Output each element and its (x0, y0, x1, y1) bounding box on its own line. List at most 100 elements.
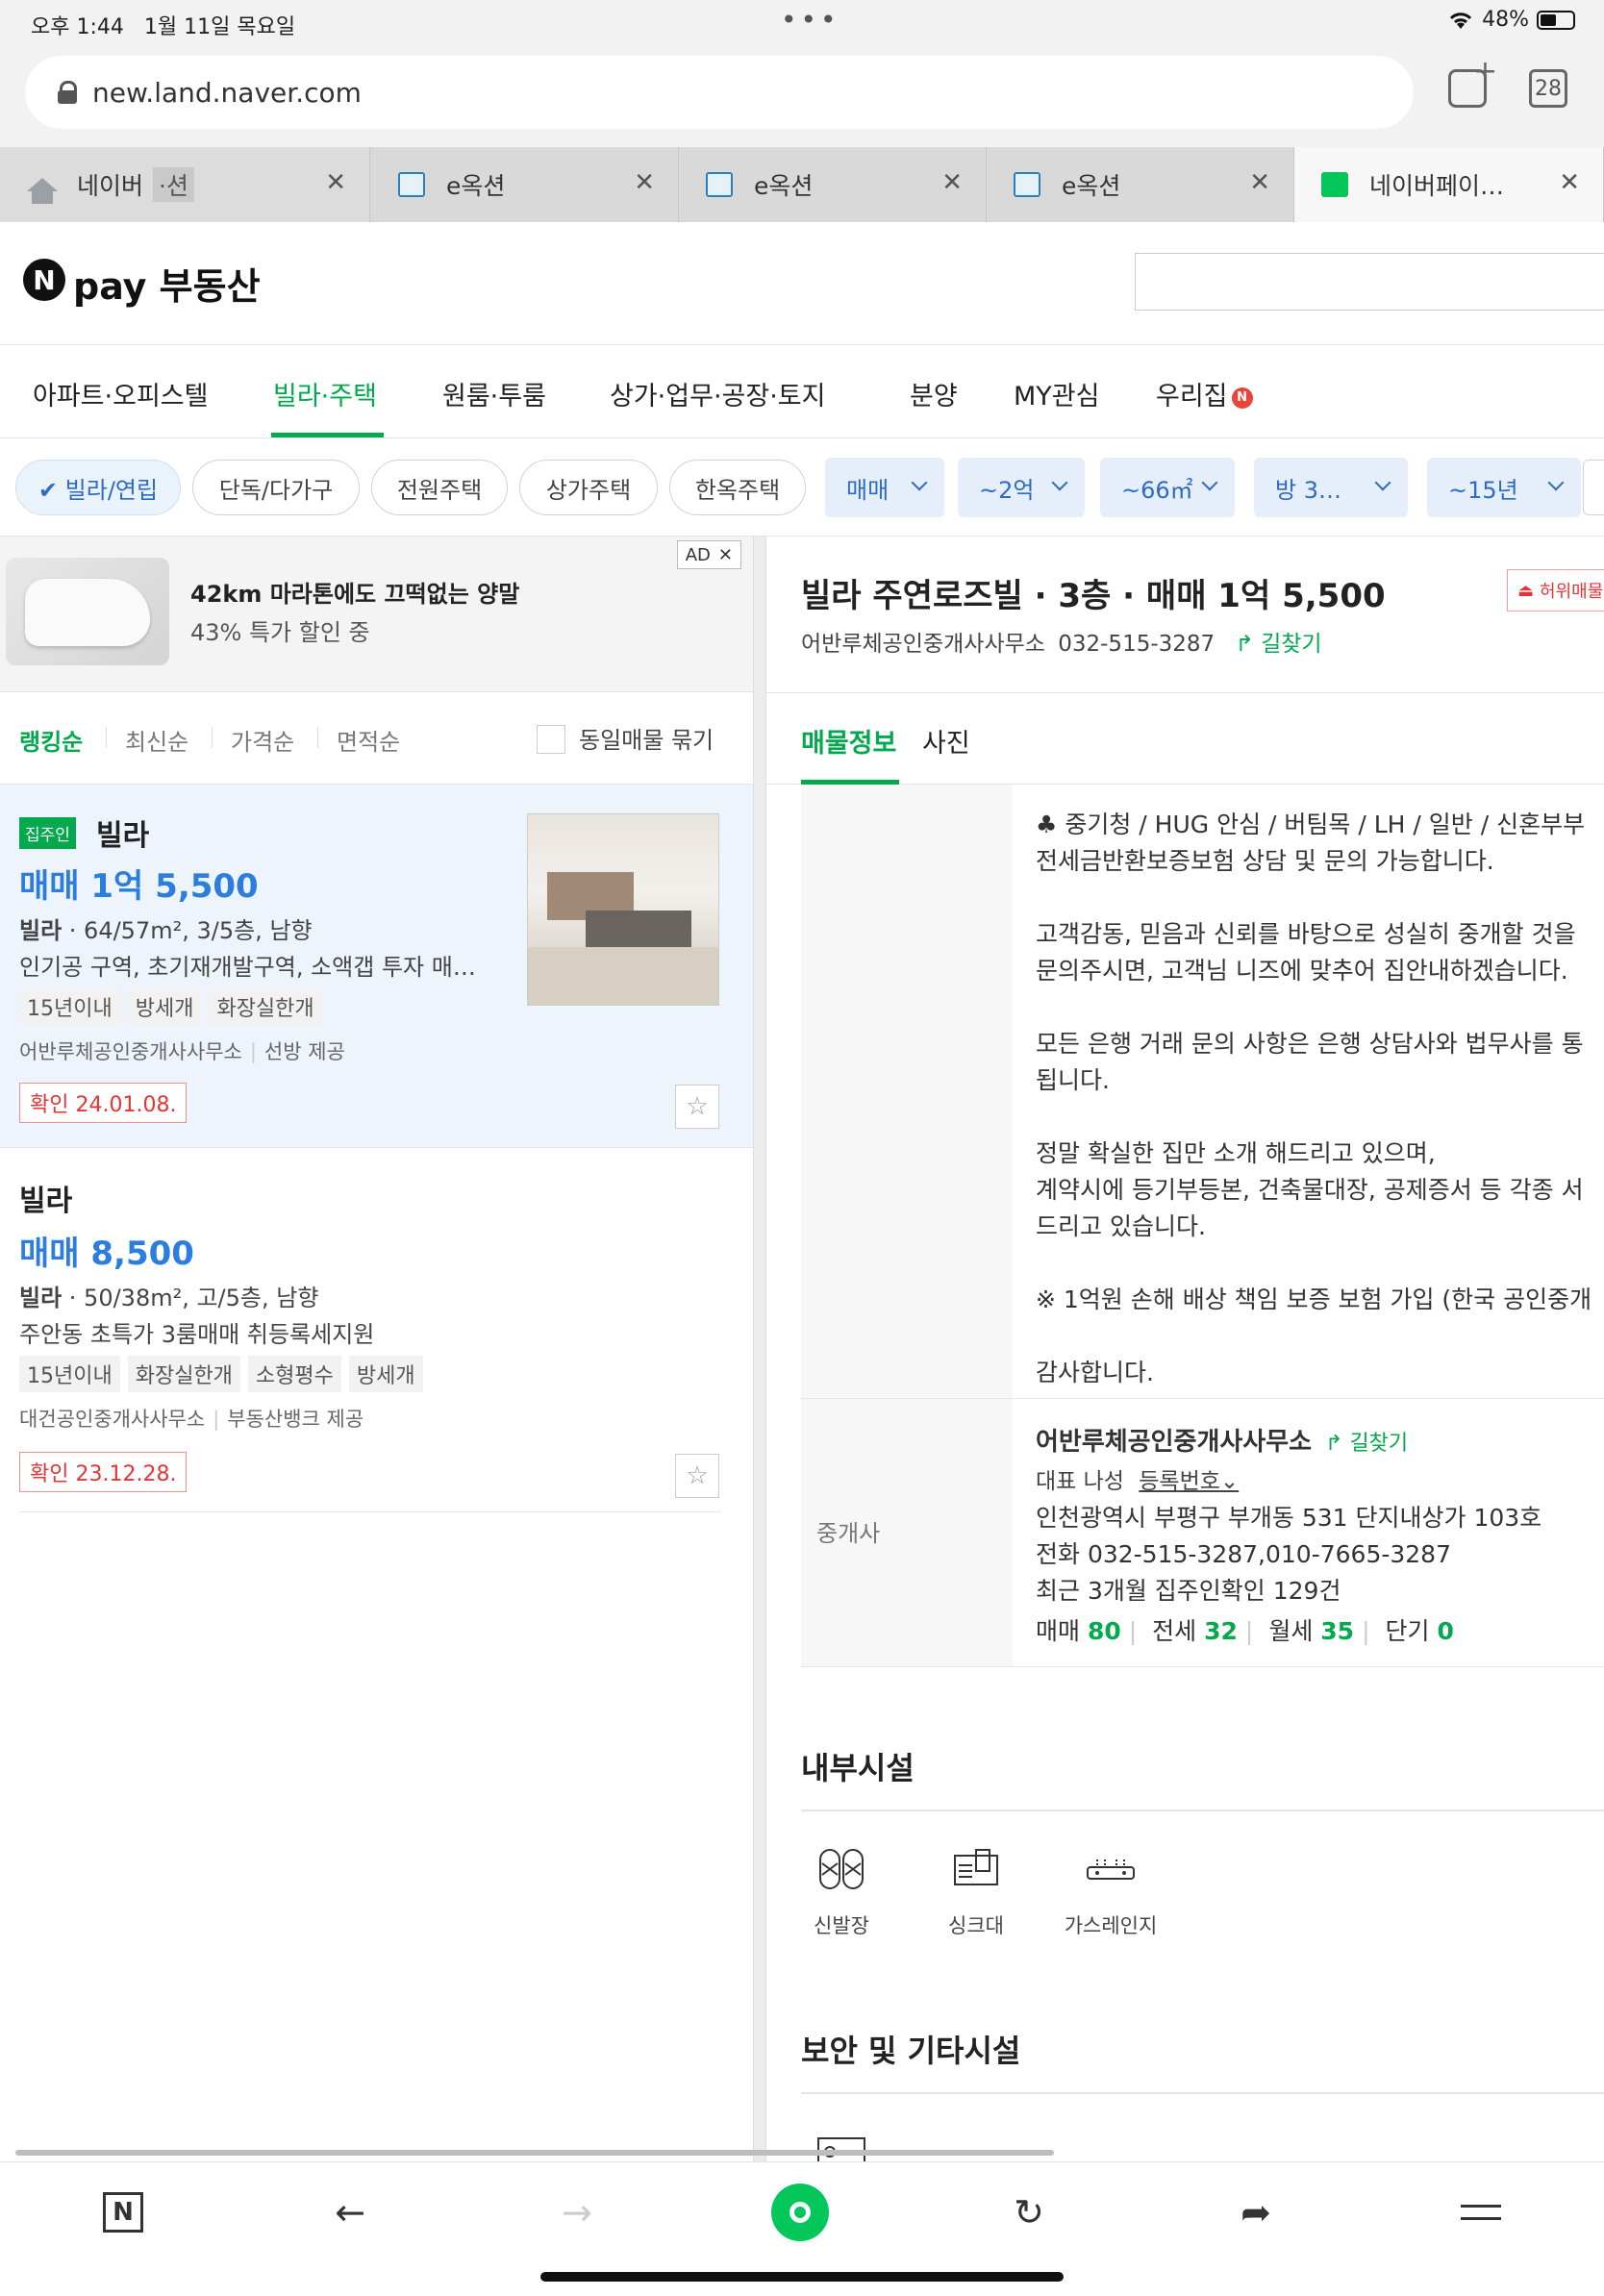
listing-card[interactable]: 집주인 빌라 매매 1억 5,500 빌라 · 64/57m², 3/5층, 남… (0, 785, 753, 1148)
sort-ranking[interactable]: 랭킹순 (19, 723, 83, 757)
detail-panel: 빌라 주연로즈빌 · 3층 · 매매 1억 5,500 어반루체공인중개사사무소… (766, 537, 1604, 2161)
star-icon[interactable]: ☆ (675, 1085, 719, 1129)
desc-line: 감사합니다. (1036, 1359, 1154, 1386)
tab-eauction-3[interactable]: e옥션 ✕ (987, 147, 1294, 222)
refresh-icon[interactable]: ↻ (1006, 2189, 1052, 2235)
nav-oneroom[interactable]: 원룸·투룸 (442, 375, 546, 412)
dropdown-rooms[interactable]: 방 3… (1254, 458, 1408, 517)
chevron-down-icon (1374, 474, 1391, 491)
broker-address: 인천광역시 부평구 부개동 531 단지내상가 103호 (1036, 1504, 1542, 1532)
sort-price[interactable]: 가격순 (231, 723, 294, 757)
ad-badge[interactable]: AD ✕ (676, 540, 741, 569)
star-icon[interactable]: ☆ (675, 1454, 719, 1498)
tab-count-button[interactable]: 28 (1529, 69, 1567, 108)
detail-title: 빌라 주연로즈빌 · 3층 · 매매 1억 5,500 (801, 577, 1386, 615)
chip-villa[interactable]: ✔ 빌라/연립 (15, 460, 181, 515)
facility-label: 싱크대 (948, 1914, 1004, 1937)
tag: 소형평수 (247, 1356, 341, 1392)
tag: 15년이내 (19, 988, 120, 1025)
broker-info: 중개사 어반루체공인중개사사무소 ↱ 길찾기 대표 나성 등록번호⌄ 인천광역시… (801, 1398, 1604, 1667)
close-tab-icon[interactable]: ✕ (941, 168, 963, 197)
dropdown-age[interactable]: ~15년 (1427, 458, 1581, 517)
tag: 방세개 (348, 1356, 423, 1392)
status-bar: 오후 1:44 1월 11일 목요일 ••• 48% (0, 0, 1604, 46)
tab-eauction-2[interactable]: e옥션 ✕ (679, 147, 987, 222)
count-jeonse[interactable]: 전세 32 (1152, 1617, 1238, 1645)
ad-banner[interactable]: 42km 마라톤에도 끄떡없는 양말 43% 특가 할인 중 AD ✕ (0, 537, 753, 692)
nav-apartment[interactable]: 아파트·오피스텔 (33, 375, 208, 412)
close-tab-icon[interactable]: ✕ (1249, 168, 1270, 197)
desc-line: 고객감동, 믿음과 신뢰를 바탕으로 성실히 중개할 것을 (1036, 920, 1576, 948)
sort-area[interactable]: 면적순 (337, 723, 400, 757)
listing-photo[interactable] (527, 813, 719, 1006)
dropdown-label: ~2억 (979, 476, 1035, 504)
naverpay-home-icon (1321, 172, 1348, 197)
site-logo-text[interactable]: pay 부동산 (73, 257, 261, 310)
nav-my-interest[interactable]: MY관심 (1014, 375, 1099, 412)
detail-phone[interactable]: 032-515-3287 (1058, 632, 1215, 657)
back-arrow-icon[interactable]: ← (327, 2189, 373, 2235)
chip-hanok[interactable]: 한옥주택 (669, 460, 806, 515)
listing-desc: 주안동 초특가 3룸매매 취등록세지원 (19, 1321, 375, 1348)
count-monthly[interactable]: 월세 35 (1268, 1617, 1354, 1645)
tab-photos[interactable]: 사진 (922, 722, 970, 760)
filter-bar: ✔ 빌라/연립 단독/다가구 전원주택 상가주택 한옥주택 매매 ~2억 ~66… (0, 438, 1604, 537)
close-tab-icon[interactable]: ✕ (634, 168, 655, 197)
report-button[interactable]: ⏏ 허위매물 (1507, 569, 1604, 611)
forward-arrow-icon[interactable]: → (554, 2189, 600, 2235)
directions-link[interactable]: ↱ 길찾기 (1235, 632, 1321, 657)
dropdown-area[interactable]: ~66㎡ (1100, 458, 1235, 517)
panel-divider[interactable] (753, 537, 766, 2161)
nav-presale[interactable]: 분양 (910, 375, 958, 412)
dropdown-price[interactable]: ~2억 (958, 458, 1085, 517)
new-tab-icon[interactable]: + (1448, 55, 1497, 108)
nav-commercial[interactable]: 상가·업무·공장·토지 (610, 375, 825, 412)
dropdown-deal-type[interactable]: 매매 (825, 458, 944, 517)
share-icon[interactable]: ➦ (1233, 2189, 1279, 2235)
sort-latest[interactable]: 최신순 (125, 723, 188, 757)
sort-bar: 랭킹순 최신순 가격순 면적순 동일매물 묶기 (0, 692, 753, 785)
chip-shop-house[interactable]: 상가주택 (519, 460, 658, 515)
listing-agent: 대건공인중개사사무소 | 부동산뱅크 제공 (19, 1408, 364, 1431)
close-tab-icon[interactable]: ✕ (1559, 168, 1580, 197)
battery-percent: 48% (1482, 8, 1529, 32)
broker-directions-link[interactable]: ↱ 길찾기 (1325, 1432, 1408, 1456)
tab-listing-info[interactable]: 매물정보 (801, 722, 896, 760)
green-dot-home-icon[interactable] (769, 2182, 831, 2243)
group-same-checkbox[interactable] (537, 725, 565, 754)
listing-agent: 어반루체공인중개사사무소 | 선방 제공 (19, 1040, 345, 1063)
chip-detached[interactable]: 단독/다가구 (192, 460, 360, 515)
search-input[interactable] (1135, 253, 1604, 311)
broker-name-line: 어반루체공인중개사사무소 ↱ 길찾기 (1036, 1422, 1408, 1458)
nav-my-home[interactable]: 우리집 N (1156, 375, 1253, 412)
listing-spec: 빌라 · 50/38m², 고/5층, 남향 (19, 1285, 319, 1311)
filter-more-button[interactable] (1583, 460, 1604, 515)
tab-naver[interactable]: 네이버 ·션 ✕ (0, 147, 370, 222)
tag: 화장실한개 (127, 1356, 240, 1392)
confirm-date: 확인 23.12.28. (19, 1452, 188, 1492)
listing-card[interactable]: 빌라 매매 8,500 빌라 · 50/38m², 고/5층, 남향 주안동 초… (0, 1148, 753, 1513)
chevron-down-icon: ⌄ (1219, 1469, 1240, 1494)
count-sale[interactable]: 매매 80 (1036, 1617, 1121, 1645)
reg-number-link[interactable]: 등록번호⌄ (1139, 1469, 1239, 1494)
ad-title: 42km 마라톤에도 끄떡없는 양말 (190, 581, 520, 608)
listing-tags: 15년이내 방세개 화장실한개 (19, 988, 322, 1025)
facility-sink: 싱크대 (928, 1846, 1024, 1939)
tab-naverpay[interactable]: 네이버페이… ✕ (1294, 147, 1604, 222)
naver-home-icon[interactable]: N (100, 2189, 146, 2235)
horizontal-scrollbar[interactable] (15, 2150, 1054, 2156)
broker-phone[interactable]: 전화 032-515-3287,010-7665-3287 (1036, 1535, 1451, 1570)
count-short[interactable]: 단기 0 (1385, 1617, 1453, 1645)
broker-verified: 최근 3개월 집주인확인 129건 (1036, 1577, 1341, 1605)
close-icon[interactable]: ✕ (718, 545, 733, 565)
address-bar[interactable]: new.land.naver.com (25, 56, 1414, 129)
npay-logo-icon[interactable]: N (23, 259, 65, 301)
chip-country-house[interactable]: 전원주택 (371, 460, 508, 515)
tab-eauction-1[interactable]: e옥션 ✕ (371, 147, 679, 222)
desc-line: 정말 확실한 집만 소개 해드리고 있으며, (1036, 1139, 1436, 1167)
nav-villa-house[interactable]: 빌라·주택 (273, 375, 377, 412)
menu-icon[interactable] (1458, 2189, 1504, 2235)
more-dots-icon[interactable]: ••• (781, 4, 840, 36)
close-tab-icon[interactable]: ✕ (325, 168, 346, 197)
home-icon (27, 178, 58, 204)
